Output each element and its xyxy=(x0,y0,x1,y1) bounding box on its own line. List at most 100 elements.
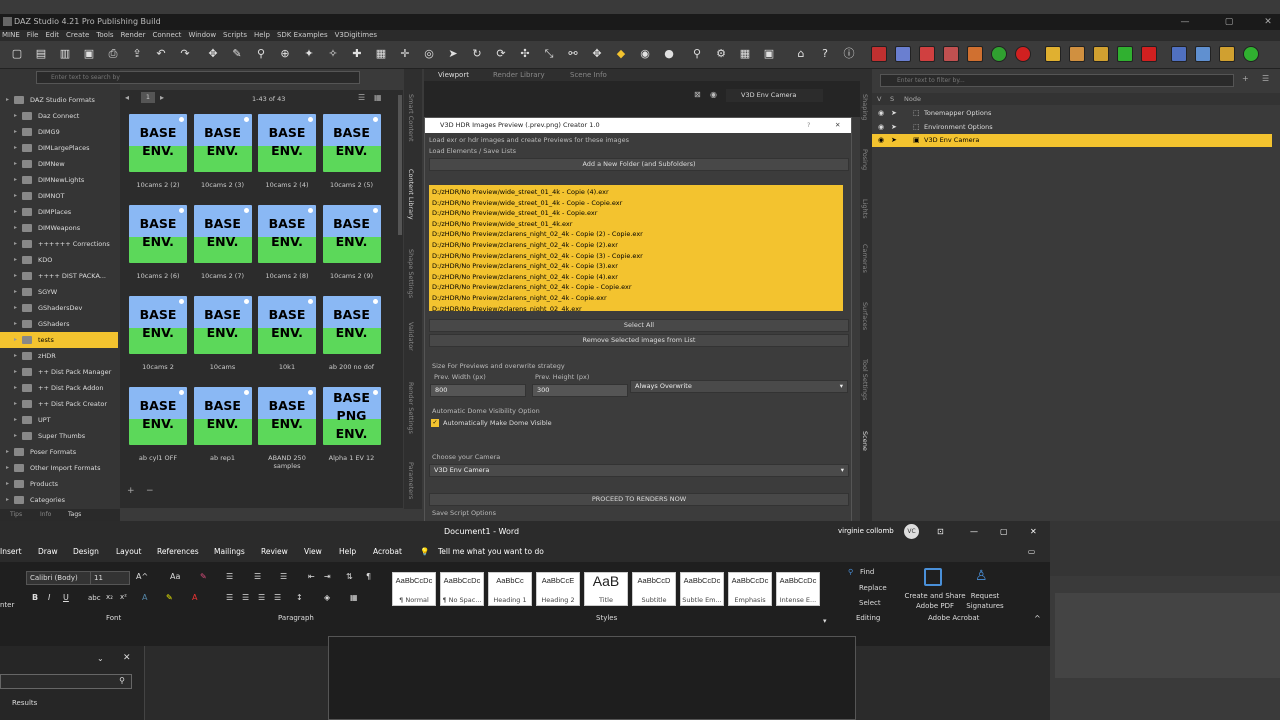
style-option[interactable]: AaBbCcDc Intense E... xyxy=(776,572,820,606)
menu-window[interactable]: Window xyxy=(188,30,216,41)
tab-shape-settings[interactable]: Shape Settings xyxy=(407,249,415,298)
script-icon[interactable] xyxy=(1219,46,1235,62)
thumbnail[interactable]: BASE ENV. xyxy=(129,114,187,172)
align-left-icon[interactable]: ☰ xyxy=(226,593,233,602)
thumbnail[interactable]: BASE ENV. xyxy=(129,205,187,263)
line-spacing-icon[interactable]: ↕ xyxy=(296,593,303,602)
tab-info[interactable]: Info xyxy=(40,509,51,521)
redo-icon[interactable]: ↷ xyxy=(178,47,192,61)
script-icon[interactable] xyxy=(871,46,887,62)
tab-surfaces[interactable]: Surfaces xyxy=(861,302,869,330)
thumbnail[interactable]: BASE ENV. xyxy=(193,114,252,172)
expand-arrow-icon[interactable]: ▸ xyxy=(14,108,17,124)
library-search-input[interactable]: Enter text to search by xyxy=(36,71,360,84)
file-list-item[interactable]: D:/zHDR/No Preview/wide_street_01_4k.exr xyxy=(432,219,840,230)
thumbnail[interactable]: BASE ENV. xyxy=(258,387,316,445)
file-list-item[interactable]: D:/zHDR/No Preview/zclarens_night_02_4k … xyxy=(432,282,840,293)
close-icon[interactable]: ✕ xyxy=(1030,521,1037,542)
expand-arrow-icon[interactable]: ▸ xyxy=(6,460,9,476)
expand-arrow-icon[interactable]: ▸ xyxy=(14,188,17,204)
subscript-icon[interactable]: x₂ xyxy=(106,593,113,601)
close-icon[interactable]: ✕ xyxy=(123,653,131,663)
merge-icon[interactable]: ▥ xyxy=(58,47,72,61)
drag-icon[interactable]: ✥ xyxy=(590,47,604,61)
pointer-icon[interactable]: ➤ xyxy=(446,47,460,61)
thumbnail[interactable]: BASE ENV. xyxy=(129,387,187,445)
tree-item[interactable]: ▸ Other Import Formats xyxy=(0,460,118,476)
menu-render[interactable]: Render xyxy=(121,30,146,41)
tab-viewport[interactable]: Viewport xyxy=(438,71,469,79)
comments-icon[interactable]: ▭ xyxy=(1028,542,1035,562)
tree-item[interactable]: ▸ Super Thumbs xyxy=(0,428,118,444)
overwrite-select[interactable]: Always Overwrite ▾ xyxy=(630,380,848,393)
thumbnail[interactable]: BASE ENV. xyxy=(258,205,316,263)
expand-arrow-icon[interactable]: ▸ xyxy=(6,492,9,508)
align-right-icon[interactable]: ☰ xyxy=(258,593,265,602)
expand-arrow-icon[interactable]: ▸ xyxy=(14,332,17,348)
green-circle-icon[interactable] xyxy=(991,46,1007,62)
file-list-item[interactable]: D:/zHDR/No Preview/zclarens_night_02_4k … xyxy=(432,272,840,283)
tree-item[interactable]: ▸ DIMNOT xyxy=(0,188,118,204)
replace-button[interactable]: Replace xyxy=(859,584,887,592)
expand-arrow-icon[interactable]: ▸ xyxy=(14,220,17,236)
tell-me-search[interactable]: Tell me what you want to do xyxy=(438,542,544,562)
tab-render-library[interactable]: Render Library xyxy=(493,71,545,79)
script-icon[interactable] xyxy=(1045,46,1061,62)
tree-item[interactable]: ▸ Products xyxy=(0,476,118,492)
surface-icon[interactable]: ✦ xyxy=(302,47,316,61)
tree-item[interactable]: ▸ ++ Dist Pack Manager xyxy=(0,364,118,380)
tree-item[interactable]: ▸ DIMPlaces xyxy=(0,204,118,220)
tab-tags[interactable]: Tags xyxy=(68,509,81,521)
menu-tools[interactable]: Tools xyxy=(96,30,113,41)
tree-item[interactable]: ▸ DIMNewLights xyxy=(0,172,118,188)
font-color-icon[interactable]: A xyxy=(192,593,197,602)
tree-item[interactable]: ▸ DIMG9 xyxy=(0,124,118,140)
file-list-item[interactable]: D:/zHDR/No Preview/wide_street_01_4k - C… xyxy=(432,208,840,219)
scene-node-row[interactable]: ◉ ➤ ⬚ Environment Options xyxy=(872,121,1272,134)
ribbon-display-icon[interactable]: ⊡ xyxy=(937,521,944,542)
menu-icon[interactable]: ☰ xyxy=(1262,74,1269,83)
green-circle-icon[interactable] xyxy=(1243,46,1259,62)
tree-item[interactable]: ▸ ++ Dist Pack Creator xyxy=(0,396,118,412)
request-signatures-button[interactable]: Request Signatures xyxy=(962,591,1008,611)
find-icon[interactable]: ⚲ xyxy=(848,568,853,576)
collapse-ribbon-icon[interactable]: ^ xyxy=(1034,614,1041,623)
new-icon[interactable]: ▢ xyxy=(10,47,24,61)
style-option[interactable]: AaBbCcDc Emphasis xyxy=(728,572,772,606)
expand-arrow-icon[interactable]: ▸ xyxy=(14,156,17,172)
tab-insert[interactable]: Insert xyxy=(0,542,22,562)
chevron-down-icon[interactable]: ⌄ xyxy=(97,654,104,663)
expand-arrow-icon[interactable]: ▸ xyxy=(14,364,17,380)
bold-icon[interactable]: B xyxy=(32,593,38,602)
expand-arrow-icon[interactable]: ▸ xyxy=(14,140,17,156)
strikethrough-icon[interactable]: abc xyxy=(88,594,101,602)
tree-item[interactable]: ▸ Daz Connect xyxy=(0,108,118,124)
tree-item[interactable]: ▸ ++++ DIST PACKA... xyxy=(0,268,118,284)
request-signatures-icon[interactable]: ♙ xyxy=(975,568,993,586)
tree-item[interactable]: ▸ ++ Dist Pack Addon xyxy=(0,380,118,396)
style-option[interactable]: AaBbCcDc ¶ Normal xyxy=(392,572,436,606)
tab-view[interactable]: View xyxy=(304,542,322,562)
change-case-icon[interactable]: Aa xyxy=(170,572,180,581)
maximize-button[interactable]: ▢ xyxy=(1217,14,1241,30)
red-square-icon[interactable] xyxy=(1141,46,1157,62)
document-page[interactable] xyxy=(328,636,856,720)
results-tab[interactable]: Results xyxy=(12,699,37,707)
translate-icon[interactable]: ⟳ xyxy=(494,47,508,61)
thumbnail[interactable]: BASE ENV. xyxy=(258,114,316,172)
script-icon[interactable] xyxy=(943,46,959,62)
scene-filter-input[interactable]: Enter text to filter by... xyxy=(880,74,1234,87)
proceed-button[interactable]: PROCEED TO RENDERS NOW xyxy=(429,493,849,506)
menu-scripts[interactable]: Scripts xyxy=(223,30,247,41)
styles-more-icon[interactable]: ▾ xyxy=(823,617,827,625)
grid-view-icon[interactable]: ▦ xyxy=(374,93,382,102)
select-all-button[interactable]: Select All xyxy=(429,319,849,332)
highlight-icon[interactable]: ✎ xyxy=(166,593,173,602)
style-option[interactable]: AaBbCc Heading 1 xyxy=(488,572,532,606)
tree-item[interactable]: ▸ tests xyxy=(0,332,118,348)
file-list-item[interactable]: D:/zHDR/No Preview/zclarens_night_02_4k … xyxy=(432,251,840,262)
minimize-icon[interactable]: — xyxy=(970,521,978,542)
file-list-item[interactable]: D:/zHDR/No Preview/zclarens_night_02_4k.… xyxy=(432,304,840,311)
tree-item[interactable]: ▸ Poser Formats xyxy=(0,444,118,460)
thumbnail[interactable]: BASE ENV. xyxy=(129,296,187,354)
